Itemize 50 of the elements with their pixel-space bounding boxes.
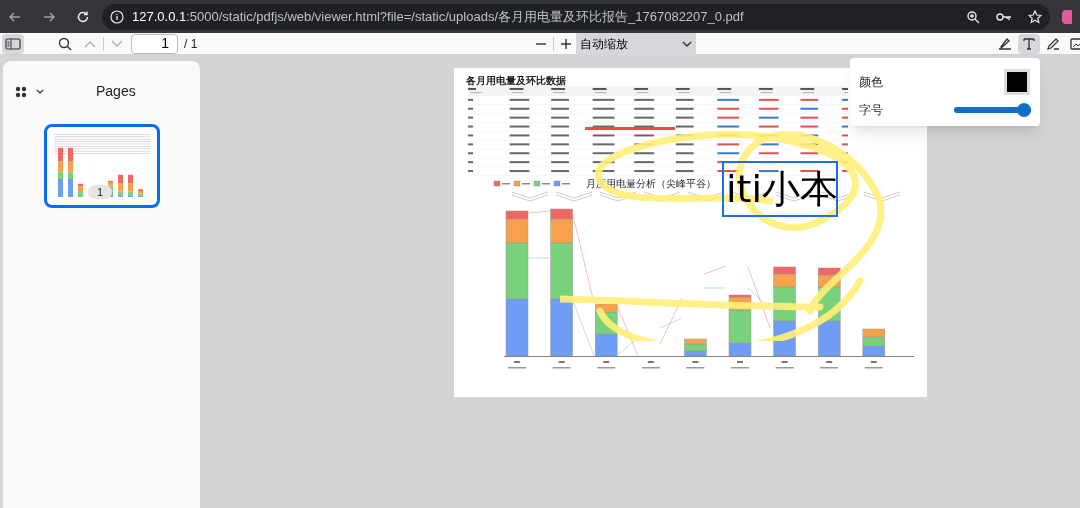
bar-segment	[505, 298, 529, 357]
caret-icon	[682, 40, 693, 47]
document-title: 各月用电量及环比数据	[466, 75, 566, 86]
page-thumbnail[interactable]: 1	[44, 124, 160, 208]
size-slider[interactable]	[954, 103, 1031, 117]
caret-icon[interactable]	[36, 89, 44, 94]
legend-item	[513, 180, 530, 187]
address-bar[interactable]: 127.0.0.1:5000/static/pdfjs/web/viewer.html?file=/static/uploads/各月用电量及环比报告_1767082207_0.pdf	[102, 3, 1050, 30]
search-icon[interactable]	[58, 36, 72, 51]
url-text: 127.0.0.1:5000/static/pdfjs/web/viewer.html?file=/static/uploads/各月用电量及环比报告_1767082207_0.pdf	[132, 7, 744, 26]
legend-item	[493, 180, 510, 187]
bar-segment	[862, 328, 886, 338]
bar-segment	[594, 333, 618, 357]
chevron-icon	[863, 191, 901, 202]
connector-line	[527, 257, 551, 259]
text-tool-button[interactable]	[1018, 34, 1040, 54]
zoom-in-icon[interactable]	[560, 37, 573, 50]
back-icon[interactable]	[8, 9, 22, 24]
legend-item	[553, 180, 570, 187]
page-number-badge: 1	[88, 185, 112, 199]
zoom-icon[interactable]	[966, 9, 980, 24]
reload-icon[interactable]	[76, 9, 90, 24]
chevron-icon	[555, 191, 593, 202]
forward-icon[interactable]	[42, 9, 56, 24]
connector-line	[703, 265, 727, 275]
star-icon[interactable]	[1028, 9, 1042, 24]
extension-icon[interactable]	[1062, 9, 1072, 24]
bar-segment	[862, 336, 886, 347]
grid-view-icon[interactable]	[15, 85, 27, 98]
zoom-dropdown[interactable]: 自动缩放	[576, 32, 697, 55]
sidebar-toggle-button[interactable]	[2, 33, 24, 54]
bar-segment	[550, 298, 573, 357]
pen-icon	[1045, 36, 1061, 52]
page-number-field[interactable]: 1	[131, 33, 178, 54]
color-swatch[interactable]	[1004, 69, 1030, 95]
page-count: / 1	[184, 35, 198, 53]
bar-segment	[684, 343, 707, 352]
size-label: 字号	[859, 102, 883, 119]
highlighter-icon	[997, 36, 1013, 52]
connector-line	[703, 287, 727, 289]
sidebar-title: Pages	[96, 82, 136, 101]
legend-item	[533, 180, 550, 187]
sidebar-icon	[5, 37, 21, 50]
color-label: 颜色	[859, 74, 883, 91]
connector-line	[527, 210, 551, 214]
text-icon	[1021, 36, 1037, 52]
info-icon[interactable]	[110, 9, 124, 24]
chevron-icon	[511, 191, 549, 202]
bar-segment	[817, 320, 841, 357]
chevron-icon	[599, 191, 637, 202]
